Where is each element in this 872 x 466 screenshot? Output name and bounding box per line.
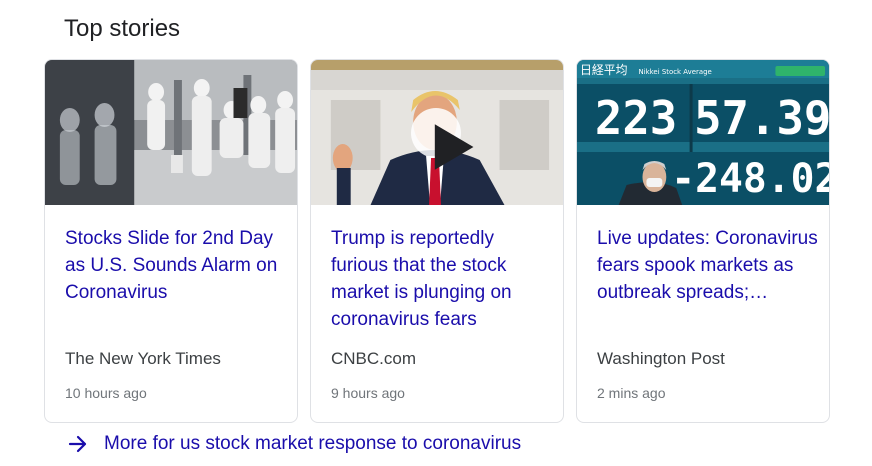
story-source: Washington Post [597, 349, 725, 368]
play-icon [434, 124, 474, 170]
more-stories-label: More for us stock market response to cor… [104, 433, 522, 454]
story-headline[interactable]: Live updates: Coronavirus fears spook ma… [597, 225, 819, 306]
story-source: The New York Times [65, 349, 221, 368]
arrow-right-icon [68, 435, 87, 453]
board-label-jp: 日経平均 [580, 63, 628, 77]
story-source: CNBC.com [331, 349, 417, 368]
nikkei-board-image: 日経平均 Nikkei Stock Average 223 57.39 -248… [577, 60, 829, 205]
story-headline[interactable]: Stocks Slide for 2nd Day as U.S. Sounds … [65, 225, 287, 306]
story-card[interactable]: Trump is reportedly furious that the sto… [310, 59, 564, 423]
board-index-part1: 223 [595, 91, 677, 145]
story-image[interactable] [311, 60, 563, 205]
more-stories-link[interactable]: More for us stock market response to cor… [66, 432, 521, 456]
story-image[interactable] [45, 60, 297, 205]
story-timestamp: 9 hours ago [331, 385, 405, 401]
story-timestamp: 10 hours ago [65, 385, 147, 401]
story-card[interactable]: 日経平均 Nikkei Stock Average 223 57.39 -248… [576, 59, 830, 423]
story-headline[interactable]: Trump is reportedly furious that the sto… [331, 225, 553, 333]
section-title: Top stories [64, 15, 181, 42]
story-timestamp: 2 mins ago [597, 385, 666, 401]
board-change: -248.02 [671, 156, 829, 202]
play-video-button[interactable] [411, 108, 474, 170]
story-card[interactable]: Stocks Slide for 2nd Day as U.S. Sounds … [44, 59, 298, 423]
hazmat-workers-image [45, 60, 297, 205]
board-index-part2: 57.39 [694, 91, 829, 145]
board-label-en: Nikkei Stock Average [639, 68, 712, 76]
story-image[interactable]: 日経平均 Nikkei Stock Average 223 57.39 -248… [577, 60, 829, 205]
